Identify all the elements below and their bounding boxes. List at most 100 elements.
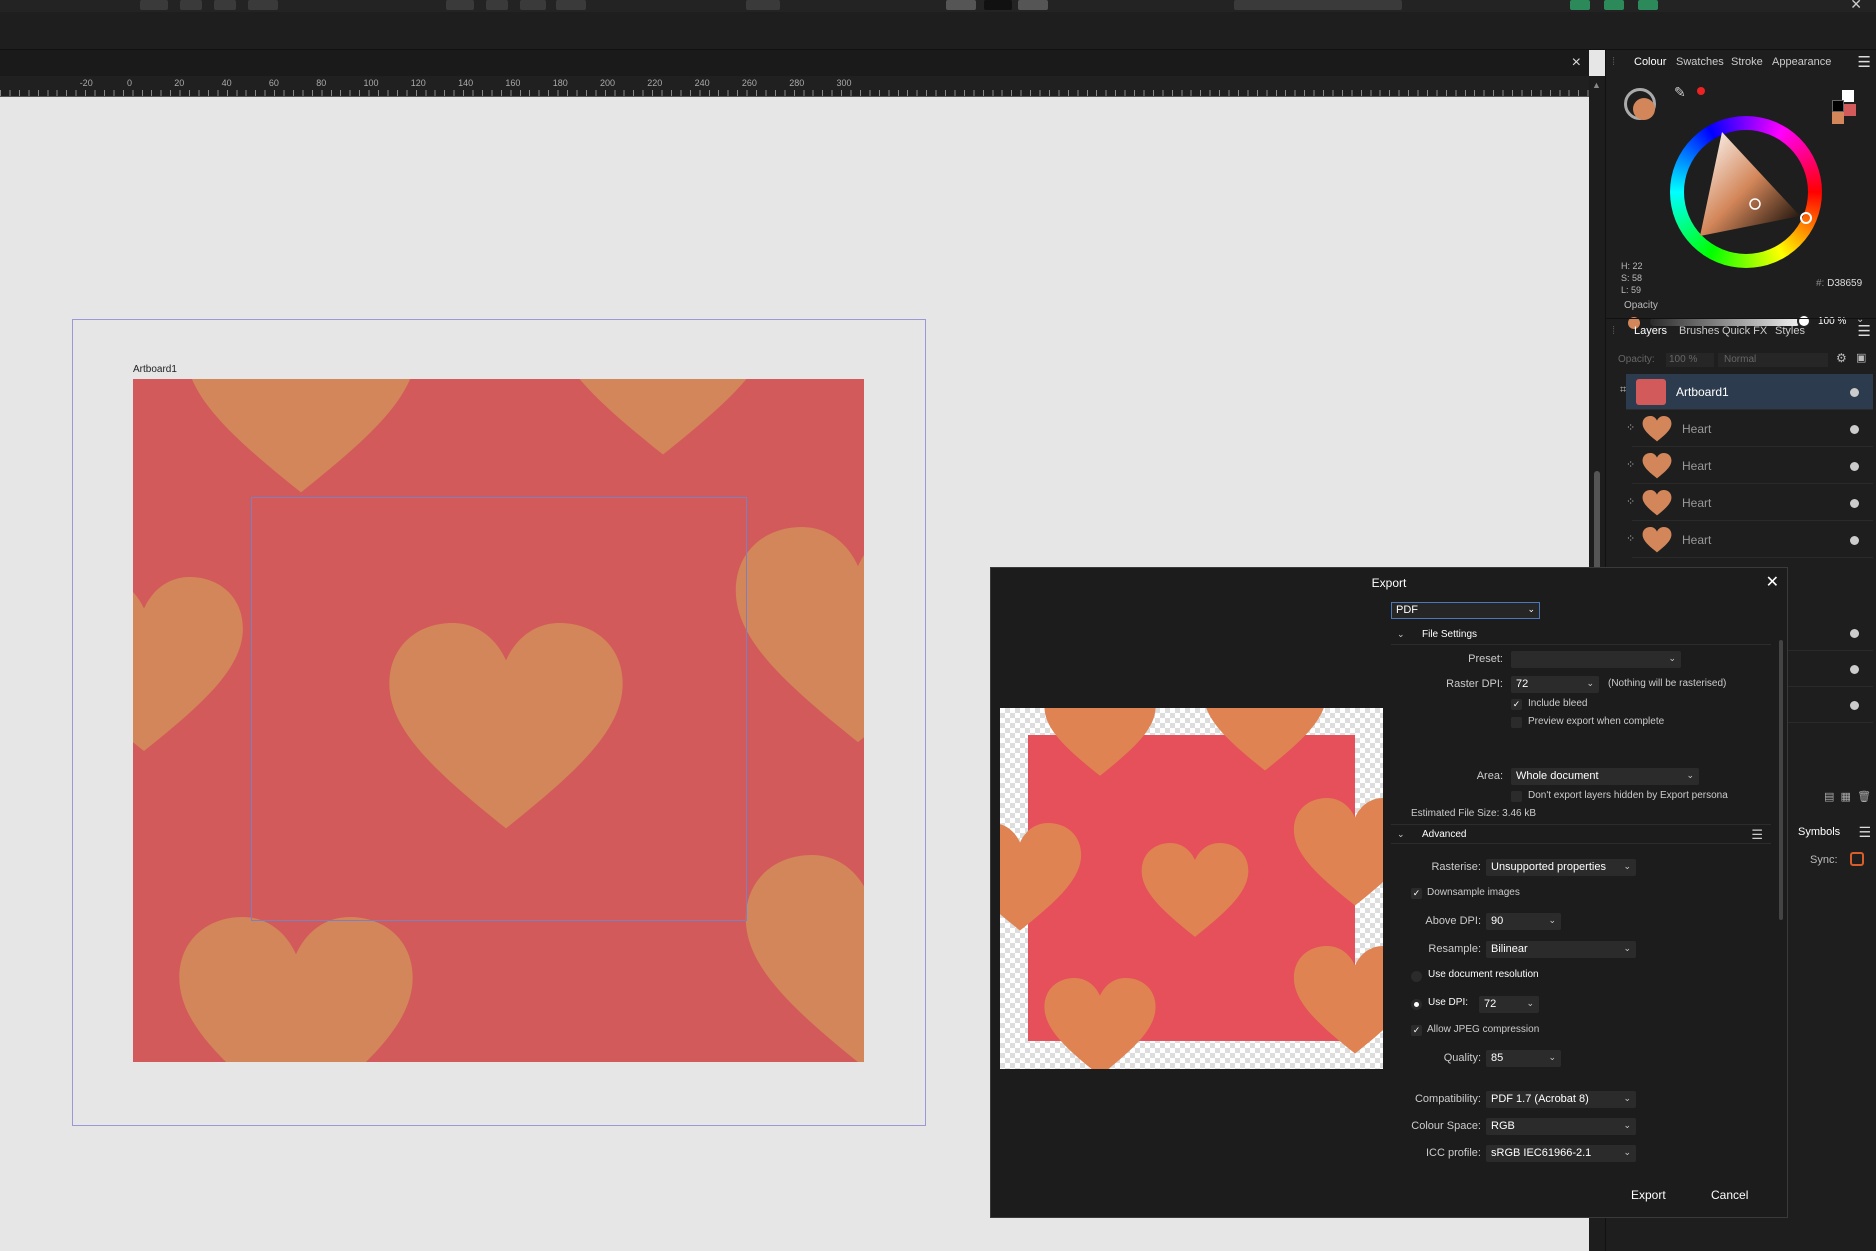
add-layer-icon[interactable]: ▤ xyxy=(1824,791,1834,803)
settings-scrollbar[interactable] xyxy=(1776,628,1786,1168)
advanced-header[interactable]: ⌄ Advanced ☰ xyxy=(1391,824,1771,844)
layer-expand-icon[interactable]: ⁘ xyxy=(1626,532,1635,545)
toolbar-button[interactable] xyxy=(214,0,236,10)
use-doc-res-label[interactable]: Use document resolution xyxy=(1428,969,1539,980)
toolbar-button[interactable] xyxy=(180,0,202,10)
raster-dpi-field[interactable]: 72 ⌄ xyxy=(1511,676,1599,693)
recent-swatch-icon[interactable] xyxy=(1832,112,1844,124)
trash-icon[interactable]: 🗑 xyxy=(1857,791,1871,803)
close-icon[interactable]: ✕ xyxy=(1766,572,1779,592)
tab-brushes[interactable]: Brushes xyxy=(1679,325,1719,337)
colour-space-select[interactable]: RGB ⌄ xyxy=(1486,1118,1636,1135)
tab-stroke[interactable]: Stroke xyxy=(1731,56,1763,68)
close-document-icon[interactable]: × xyxy=(1572,54,1581,72)
cancel-button[interactable]: Cancel xyxy=(1701,1184,1758,1206)
layer-opacity-field[interactable]: 100 % xyxy=(1666,353,1714,367)
use-dpi-radio[interactable] xyxy=(1411,999,1422,1010)
preview-export-label[interactable]: Preview export when complete xyxy=(1528,716,1664,727)
layer-row[interactable]: ⁘ Heart xyxy=(1626,485,1873,521)
dont-export-hidden-checkbox[interactable] xyxy=(1511,791,1522,802)
tab-colour[interactable]: Colour xyxy=(1634,56,1666,68)
heart-shape[interactable] xyxy=(151,917,441,1062)
layer-name[interactable]: Heart xyxy=(1682,459,1711,473)
visibility-dot[interactable] xyxy=(1850,462,1859,471)
scroll-up-icon[interactable]: ▲ xyxy=(1592,80,1601,90)
heart-shape[interactable] xyxy=(543,379,783,459)
visibility-dot[interactable] xyxy=(1850,701,1859,710)
layer-expand-icon[interactable]: ⌗ xyxy=(1620,384,1626,397)
use-dpi-label[interactable]: Use DPI: xyxy=(1428,997,1468,1008)
preview-export-checkbox[interactable] xyxy=(1511,717,1522,728)
include-bleed-label[interactable]: Include bleed xyxy=(1528,698,1588,709)
toolbar-button[interactable] xyxy=(1570,0,1590,10)
format-select[interactable]: PDF ⌄ xyxy=(1391,602,1540,619)
toolbar-button[interactable] xyxy=(520,0,546,10)
visibility-dot[interactable] xyxy=(1850,665,1859,674)
area-select[interactable]: Whole document ⌄ xyxy=(1511,768,1699,785)
toolbar-button[interactable] xyxy=(1604,0,1624,10)
toolbar-group[interactable] xyxy=(1234,0,1402,10)
visibility-dot[interactable] xyxy=(1850,536,1859,545)
panel-menu-icon[interactable]: ☰ xyxy=(1858,824,1871,841)
fill-colour-well[interactable] xyxy=(1633,98,1655,120)
colour-wheel[interactable] xyxy=(1670,116,1822,268)
icc-profile-select[interactable]: sRGB IEC61966-2.1 ⌄ xyxy=(1486,1145,1636,1162)
gear-icon[interactable]: ⚙ xyxy=(1836,351,1847,365)
panel-menu-icon[interactable]: ☰ xyxy=(1751,827,1763,843)
recent-swatch-icon[interactable] xyxy=(1844,104,1856,116)
visibility-dot[interactable] xyxy=(1850,629,1859,638)
toolbar-button[interactable] xyxy=(140,0,168,10)
quality-field[interactable]: 85 ⌄ xyxy=(1486,1050,1561,1067)
eyedropper-icon[interactable]: ✎ xyxy=(1674,84,1686,101)
include-bleed-checkbox[interactable]: ✓ xyxy=(1511,699,1522,710)
panel-grip-icon[interactable]: ⁞ xyxy=(1612,325,1615,337)
scrollbar-thumb[interactable] xyxy=(1779,640,1783,920)
heart-shape[interactable] xyxy=(151,379,451,497)
toolbar-button[interactable] xyxy=(486,0,508,10)
layer-row[interactable]: ⌗ Artboard1 xyxy=(1620,374,1873,410)
layer-expand-icon[interactable]: ⁘ xyxy=(1626,495,1635,508)
allow-jpeg-checkbox[interactable]: ✓ xyxy=(1411,1025,1422,1036)
toolbar-button[interactable] xyxy=(556,0,586,10)
mask-icon[interactable]: ▦ xyxy=(1841,791,1851,803)
toolbar-button[interactable] xyxy=(746,0,780,10)
artboard-label[interactable]: Artboard1 xyxy=(133,364,177,375)
toolbar-button[interactable] xyxy=(984,0,1012,10)
layer-row[interactable]: ⁘ Heart xyxy=(1626,522,1873,558)
export-settings[interactable]: ⌄ File Settings Preset: ⌄ Raster DPI: 72… xyxy=(1391,625,1771,1175)
panel-grip-icon[interactable]: ⁞ xyxy=(1612,56,1615,68)
panel-menu-icon[interactable]: ☰ xyxy=(1858,53,1871,71)
visibility-dot[interactable] xyxy=(1850,425,1859,434)
visibility-dot[interactable] xyxy=(1850,388,1859,397)
panel-menu-icon[interactable]: ☰ xyxy=(1858,322,1871,340)
chevron-down-icon[interactable]: ⌄ xyxy=(1397,829,1405,840)
preset-select[interactable]: ⌄ xyxy=(1511,651,1681,668)
tab-quick-fx[interactable]: Quick FX xyxy=(1722,325,1767,337)
resample-select[interactable]: Bilinear ⌄ xyxy=(1486,941,1636,958)
black-swatch-icon[interactable] xyxy=(1832,100,1844,112)
layer-row[interactable]: ⁘ Heart xyxy=(1626,411,1873,447)
layer-name[interactable]: Heart xyxy=(1682,422,1711,436)
hex-readout[interactable]: #: D38659 xyxy=(1816,278,1862,289)
tab-appearance[interactable]: Appearance xyxy=(1772,56,1831,68)
use-dpi-field[interactable]: 72 ⌄ xyxy=(1479,996,1539,1013)
layer-expand-icon[interactable]: ⁘ xyxy=(1626,458,1635,471)
chevron-down-icon[interactable]: ⌄ xyxy=(1397,629,1405,640)
compatibility-select[interactable]: PDF 1.7 (Acrobat 8) ⌄ xyxy=(1486,1091,1636,1108)
layer-expand-icon[interactable]: ⁘ xyxy=(1626,421,1635,434)
layer-name[interactable]: Heart xyxy=(1682,533,1711,547)
above-dpi-field[interactable]: 90 ⌄ xyxy=(1486,913,1561,930)
layer-name[interactable]: Heart xyxy=(1682,496,1711,510)
file-settings-header[interactable]: ⌄ File Settings xyxy=(1391,625,1771,645)
heart-shape[interactable] xyxy=(133,577,265,755)
hex-value[interactable]: D38659 xyxy=(1827,278,1862,289)
sync-icon[interactable] xyxy=(1850,852,1864,866)
layer-row[interactable]: ⁘ Heart xyxy=(1626,448,1873,484)
toolbar-button[interactable] xyxy=(946,0,976,10)
lock-icon[interactable]: ▣ xyxy=(1856,351,1866,364)
colour-triangle[interactable] xyxy=(1670,116,1822,268)
export-button[interactable]: Export xyxy=(1621,1184,1676,1206)
tab-layers[interactable]: Layers xyxy=(1634,325,1667,337)
allow-jpeg-label[interactable]: Allow JPEG compression xyxy=(1427,1024,1539,1035)
tab-swatches[interactable]: Swatches xyxy=(1676,56,1724,68)
